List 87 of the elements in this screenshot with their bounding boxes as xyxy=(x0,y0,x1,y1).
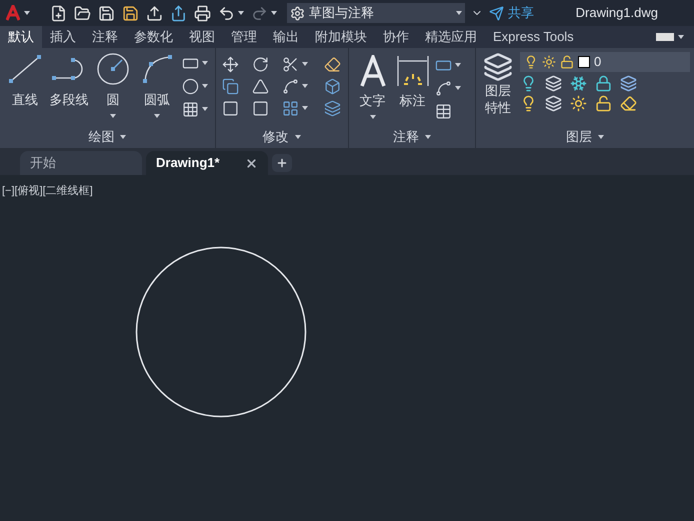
ribbon-tab[interactable]: 输出 xyxy=(265,26,307,48)
caret-icon xyxy=(302,106,308,110)
window-title: Drawing1.dwg xyxy=(576,4,658,22)
table-icon[interactable] xyxy=(434,102,452,120)
caret-icon xyxy=(370,114,376,118)
lock-icon[interactable] xyxy=(595,75,612,92)
freeze-icon[interactable] xyxy=(570,75,587,92)
panel-title[interactable]: 注释 xyxy=(392,127,419,147)
ribbon-tab[interactable]: 管理 xyxy=(223,26,265,48)
layers-icon xyxy=(483,52,513,82)
paper-plane-icon xyxy=(489,6,504,20)
circle-icon xyxy=(97,53,129,85)
caret-icon xyxy=(302,62,308,66)
draw-tool-button[interactable]: 多段线 xyxy=(48,52,90,126)
unlock-layer-icon[interactable] xyxy=(595,95,612,112)
panel-title[interactable]: 绘图 xyxy=(88,127,114,147)
draw-tool-button[interactable]: 圆弧 xyxy=(136,52,178,126)
caret-icon xyxy=(110,114,116,118)
save-as-icon[interactable] xyxy=(122,4,139,22)
ribbon-tab[interactable]: 视图 xyxy=(181,26,223,48)
caret-icon xyxy=(271,11,277,15)
layer-dropdown[interactable]: 0 xyxy=(520,52,690,72)
layer-properties-button[interactable]: 图层 特性 xyxy=(480,52,516,126)
layer-stack-icon[interactable] xyxy=(620,75,637,92)
unlock-icon xyxy=(560,55,574,69)
viewport-controls[interactable]: [−][俯视][二维线框] xyxy=(2,183,93,200)
caret-icon xyxy=(154,114,160,118)
share-button[interactable]: 共享 xyxy=(489,3,534,23)
array-icon[interactable] xyxy=(282,100,299,116)
caret-icon xyxy=(598,135,604,139)
new-file-icon[interactable] xyxy=(50,4,67,22)
open-folder-icon[interactable] xyxy=(74,4,91,22)
workspace-dropdown[interactable]: 草图与注释 xyxy=(287,3,465,23)
hatch-icon[interactable] xyxy=(182,100,199,118)
plus-icon xyxy=(276,157,288,169)
caret-icon xyxy=(456,11,462,15)
caret-icon xyxy=(120,135,126,139)
close-icon[interactable] xyxy=(245,156,258,170)
redo-icon[interactable] xyxy=(251,4,268,22)
document-tab[interactable]: Drawing1* xyxy=(146,151,268,175)
annotation-tool-button[interactable]: 文字 xyxy=(354,54,391,126)
caret-icon xyxy=(454,63,461,67)
sun-icon xyxy=(542,55,556,69)
caret-icon xyxy=(202,84,208,88)
app-logo-icon[interactable] xyxy=(6,5,30,21)
ribbon-tab[interactable]: 注释 xyxy=(84,26,126,48)
caret-icon xyxy=(302,84,308,88)
letter-a-icon xyxy=(358,55,387,87)
copy-icon[interactable] xyxy=(222,78,239,94)
eraser-icon[interactable] xyxy=(324,56,341,72)
ribbon-tab[interactable]: 插入 xyxy=(42,26,84,48)
caret-icon xyxy=(202,61,208,65)
undo-icon[interactable] xyxy=(218,4,235,22)
panel-title[interactable]: 修改 xyxy=(262,127,289,147)
save-icon[interactable] xyxy=(98,4,115,22)
caret-icon xyxy=(238,11,244,15)
caret-icon xyxy=(424,135,431,139)
panel-title[interactable]: 图层 xyxy=(566,127,592,147)
ribbon-toggle-icon[interactable] xyxy=(656,33,684,41)
draw-tool-button[interactable]: 圆 xyxy=(92,52,134,126)
lightbulb-icon xyxy=(524,55,538,69)
ribbon-tab[interactable]: 附加模块 xyxy=(307,26,375,48)
line-icon xyxy=(8,54,42,84)
caret-icon xyxy=(294,135,301,139)
draw-tool-button[interactable]: 直线 xyxy=(4,52,46,126)
rotate-icon[interactable] xyxy=(252,56,269,72)
ribbon-tab[interactable]: Express Tools xyxy=(485,26,582,48)
arc-icon xyxy=(141,54,173,84)
print-icon[interactable] xyxy=(194,4,211,22)
ribbon-tab[interactable]: 精选应用 xyxy=(417,26,485,48)
ribbon-tab[interactable]: 参数化 xyxy=(126,26,181,48)
annotation-tool-button[interactable]: 标注 xyxy=(394,54,431,126)
color-swatch-icon xyxy=(578,56,590,68)
caret-icon xyxy=(454,86,461,90)
scissors-icon[interactable] xyxy=(282,56,299,72)
move-icon[interactable] xyxy=(222,56,239,72)
caret-icon xyxy=(678,35,684,39)
leader-icon[interactable] xyxy=(434,80,452,96)
document-tab[interactable]: 开始 xyxy=(20,151,142,175)
caret-icon xyxy=(202,107,208,111)
cube-icon[interactable] xyxy=(324,78,341,94)
new-tab-button[interactable] xyxy=(272,154,292,172)
dimension-icon xyxy=(396,55,430,87)
caret-icon xyxy=(24,11,30,15)
ribbon-tab[interactable]: 协作 xyxy=(375,26,417,48)
gear-icon xyxy=(290,6,305,20)
ribbon-tab[interactable]: 默认 xyxy=(0,26,42,48)
